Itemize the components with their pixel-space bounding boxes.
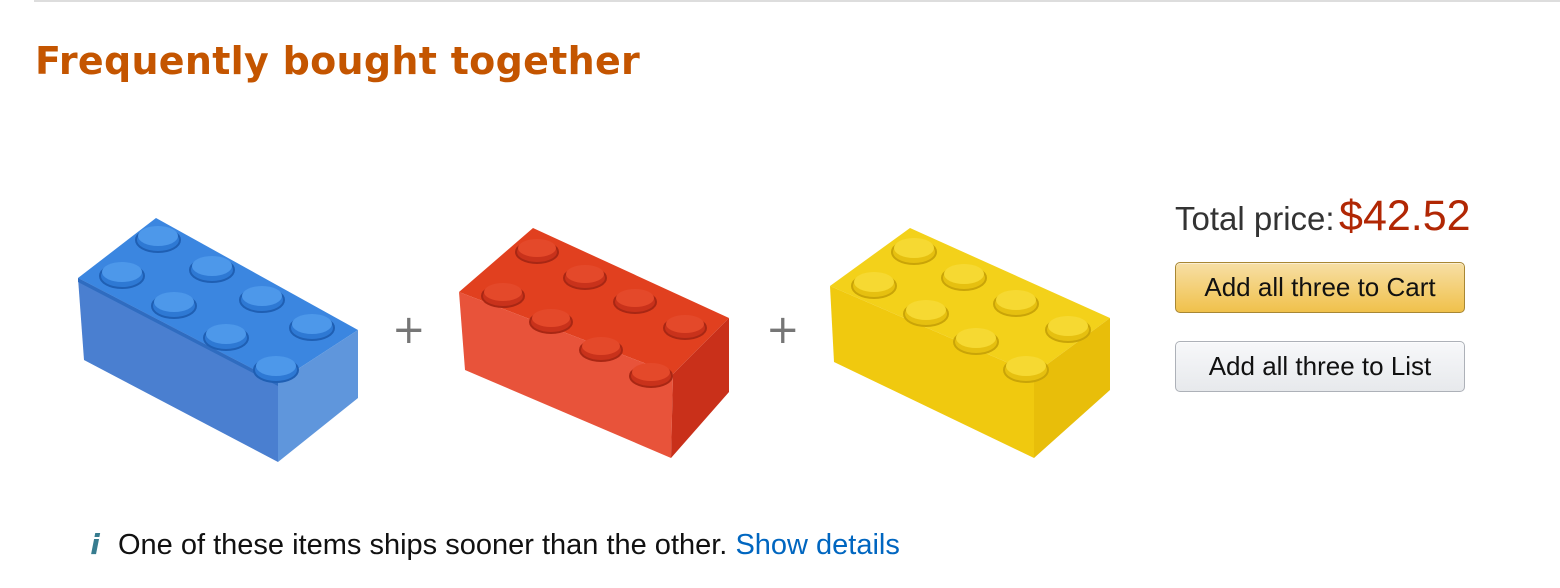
show-details-link[interactable]: Show details (735, 529, 899, 561)
total-price-value: $42.52 (1339, 192, 1471, 240)
product-image-red-brick[interactable] (455, 222, 735, 460)
shipping-notice: i One of these items ships sooner than th… (84, 526, 900, 564)
top-divider (34, 0, 1560, 2)
info-icon: i (90, 528, 100, 561)
plus-separator: + (392, 307, 426, 353)
section-title: Frequently bought together (35, 39, 641, 83)
yellow-brick-image (830, 228, 1110, 458)
total-price-row: Total price: $42.52 (1175, 192, 1471, 241)
plus-separator: + (766, 307, 800, 353)
shipping-notice-text: One of these items ships sooner than the… (118, 529, 728, 561)
product-image-yellow-brick[interactable] (826, 222, 1116, 462)
add-all-to-list-button[interactable]: Add all three to List (1175, 341, 1465, 392)
add-all-to-cart-button[interactable]: Add all three to Cart (1175, 262, 1465, 313)
total-price-label: Total price: (1175, 200, 1335, 237)
red-brick-image (459, 228, 729, 458)
blue-brick-image (78, 218, 358, 462)
product-image-blue-brick[interactable] (78, 210, 363, 465)
